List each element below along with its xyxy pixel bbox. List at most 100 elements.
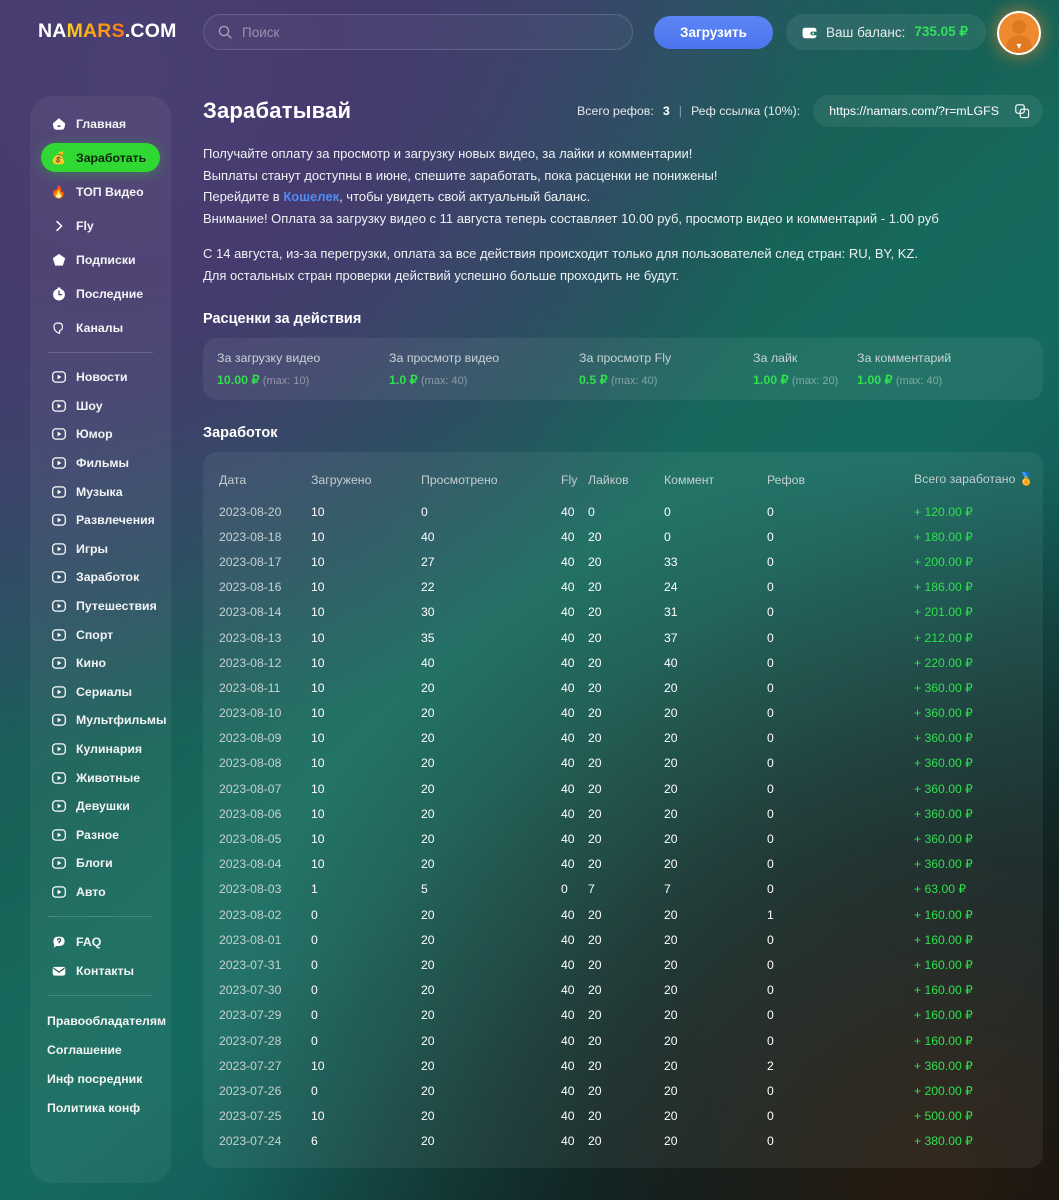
sidebar-item-каналы[interactable]: Каналы bbox=[41, 313, 160, 342]
sidebar-item-контакты[interactable]: Контакты bbox=[41, 956, 160, 985]
cell-fly: 40 bbox=[561, 1109, 575, 1124]
cell-refs: 1 bbox=[767, 907, 774, 922]
cell-comments: 40 bbox=[664, 655, 678, 670]
table-row: 2023-08-06 10 20 40 20 20 0 + 360.00 ₽ bbox=[203, 801, 1043, 826]
cell-earned: + 200.00 ₽ bbox=[914, 554, 973, 569]
sidebar-category-шоу[interactable]: Шоу bbox=[41, 392, 160, 421]
sidebar-legal-инф-посредник[interactable]: Инф посредник bbox=[41, 1064, 160, 1093]
play-icon bbox=[51, 770, 66, 785]
question-bubble-icon bbox=[51, 934, 66, 949]
cell-likes: 20 bbox=[588, 655, 602, 670]
cell-date: 2023-08-01 bbox=[219, 932, 282, 947]
cell-fly: 40 bbox=[561, 806, 575, 821]
sidebar-category-фильмы[interactable]: Фильмы bbox=[41, 449, 160, 478]
sidebar-category-животные[interactable]: Животные bbox=[41, 763, 160, 792]
upload-button[interactable]: Загрузить bbox=[654, 16, 773, 49]
sidebar-divider-1 bbox=[48, 352, 153, 353]
sidebar-category-заработок[interactable]: Заработок bbox=[41, 563, 160, 592]
balance-pill[interactable]: Ваш баланс: 735.05 ₽ bbox=[786, 14, 987, 50]
nav-item-label: Спорт bbox=[76, 627, 114, 642]
cell-comments: 37 bbox=[664, 630, 678, 645]
sidebar-item-последние[interactable]: Последние bbox=[41, 279, 160, 308]
sidebar-item-топ-видео[interactable]: 🔥 ТОП Видео bbox=[41, 177, 160, 206]
search-bar[interactable] bbox=[203, 14, 633, 50]
sidebar-category-кино[interactable]: Кино bbox=[41, 649, 160, 678]
cell-refs: 0 bbox=[767, 882, 774, 897]
cell-likes: 20 bbox=[588, 756, 602, 771]
cell-likes: 20 bbox=[588, 1109, 602, 1124]
cell-fly: 40 bbox=[561, 504, 575, 519]
cell-earned: + 380.00 ₽ bbox=[914, 1134, 973, 1149]
cell-likes: 20 bbox=[588, 781, 602, 796]
sidebar-category-путешествия[interactable]: Путешествия bbox=[41, 592, 160, 621]
cell-date: 2023-08-02 bbox=[219, 907, 282, 922]
sidebar-category-девушки[interactable]: Девушки bbox=[41, 792, 160, 821]
avatar[interactable]: ▾ bbox=[997, 11, 1041, 55]
main-content: Зарабатывай Всего рефов: 3 | Реф ссылка … bbox=[203, 95, 1043, 1168]
cell-comments: 20 bbox=[664, 857, 678, 872]
cell-date: 2023-07-25 bbox=[219, 1109, 282, 1124]
table-row: 2023-08-10 10 20 40 20 20 0 + 360.00 ₽ bbox=[203, 701, 1043, 726]
cell-fly: 40 bbox=[561, 605, 575, 620]
copy-icon[interactable] bbox=[1015, 103, 1030, 119]
sidebar-item-fly[interactable]: Fly bbox=[41, 211, 160, 240]
cell-comments: 20 bbox=[664, 706, 678, 721]
sidebar-legal-соглашение[interactable]: Соглашение bbox=[41, 1035, 160, 1064]
cell-viewed: 20 bbox=[421, 907, 435, 922]
sidebar-item-главная[interactable]: Главная bbox=[41, 109, 160, 138]
nav-item-label: Заработок bbox=[76, 570, 140, 585]
table-row: 2023-08-11 10 20 40 20 20 0 + 360.00 ₽ bbox=[203, 675, 1043, 700]
sidebar-category-новости[interactable]: Новости bbox=[41, 363, 160, 392]
sidebar-legal-правообладателям[interactable]: Правообладателям bbox=[41, 1006, 166, 1035]
table-row: 2023-08-17 10 27 40 20 33 0 + 200.00 ₽ bbox=[203, 549, 1043, 574]
sidebar-legal-политика-конф[interactable]: Политика конф bbox=[41, 1093, 160, 1122]
nav-item-label: Сериалы bbox=[76, 684, 132, 699]
sidebar-item-faq[interactable]: FAQ bbox=[41, 927, 160, 956]
cell-date: 2023-07-27 bbox=[219, 1058, 282, 1073]
column-header-1: Дата bbox=[219, 472, 247, 487]
sidebar-item-заработать[interactable]: 💰 Заработать bbox=[41, 143, 160, 172]
cell-fly: 40 bbox=[561, 1033, 575, 1048]
cell-fly: 40 bbox=[561, 529, 575, 544]
table-row: 2023-08-18 10 40 40 20 0 0 + 180.00 ₽ bbox=[203, 524, 1043, 549]
rate-max: (max: 40) bbox=[611, 375, 658, 387]
sidebar-category-спорт[interactable]: Спорт bbox=[41, 620, 160, 649]
sidebar-category-мультфильмы[interactable]: Мультфильмы bbox=[41, 706, 167, 735]
wallet-link[interactable]: Кошелек bbox=[283, 189, 339, 204]
cell-fly: 40 bbox=[561, 907, 575, 922]
site-logo[interactable]: NAMARS.COM bbox=[38, 20, 177, 43]
sidebar-category-блоги[interactable]: Блоги bbox=[41, 849, 160, 878]
nav-item-label: Fly bbox=[76, 218, 94, 233]
cell-likes: 0 bbox=[588, 504, 595, 519]
cell-refs: 0 bbox=[767, 1083, 774, 1098]
sidebar-category-юмор[interactable]: Юмор bbox=[41, 420, 160, 449]
play-icon bbox=[51, 742, 66, 757]
sidebar-category-разное[interactable]: Разное bbox=[41, 821, 160, 850]
cell-earned: + 360.00 ₽ bbox=[914, 706, 973, 721]
cell-earned: + 360.00 ₽ bbox=[914, 832, 973, 847]
sidebar-category-музыка[interactable]: Музыка bbox=[41, 477, 160, 506]
cell-uploaded: 10 bbox=[311, 731, 325, 746]
cell-fly: 40 bbox=[561, 756, 575, 771]
cell-comments: 20 bbox=[664, 983, 678, 998]
cell-refs: 0 bbox=[767, 680, 774, 695]
cell-fly: 40 bbox=[561, 580, 575, 595]
sidebar-category-кулинария[interactable]: Кулинария bbox=[41, 735, 160, 764]
sidebar-category-авто[interactable]: Авто bbox=[41, 878, 160, 907]
rates-card: За загрузку видео 10.00 ₽ (max: 10) За про… bbox=[203, 338, 1043, 400]
referral-link-pill[interactable]: https://namars.com/?r=mLGFS bbox=[813, 95, 1043, 127]
cell-comments: 20 bbox=[664, 932, 678, 947]
sidebar-category-игры[interactable]: Игры bbox=[41, 535, 160, 564]
table-row: 2023-07-29 0 20 40 20 20 0 + 160.00 ₽ bbox=[203, 1003, 1043, 1028]
sidebar-category-развлечения[interactable]: Развлечения bbox=[41, 506, 160, 535]
cell-refs: 0 bbox=[767, 1109, 774, 1124]
sidebar-legal-nav: Правообладателям Соглашение Инф посредник П… bbox=[30, 1006, 171, 1122]
search-input[interactable] bbox=[242, 24, 632, 40]
cell-uploaded: 10 bbox=[311, 605, 325, 620]
cell-viewed: 20 bbox=[421, 832, 435, 847]
sidebar-item-подписки[interactable]: Подписки bbox=[41, 245, 160, 274]
sidebar-category-сериалы[interactable]: Сериалы bbox=[41, 678, 160, 707]
cell-fly: 40 bbox=[561, 655, 575, 670]
cell-uploaded: 6 bbox=[311, 1134, 318, 1149]
cell-likes: 20 bbox=[588, 1033, 602, 1048]
